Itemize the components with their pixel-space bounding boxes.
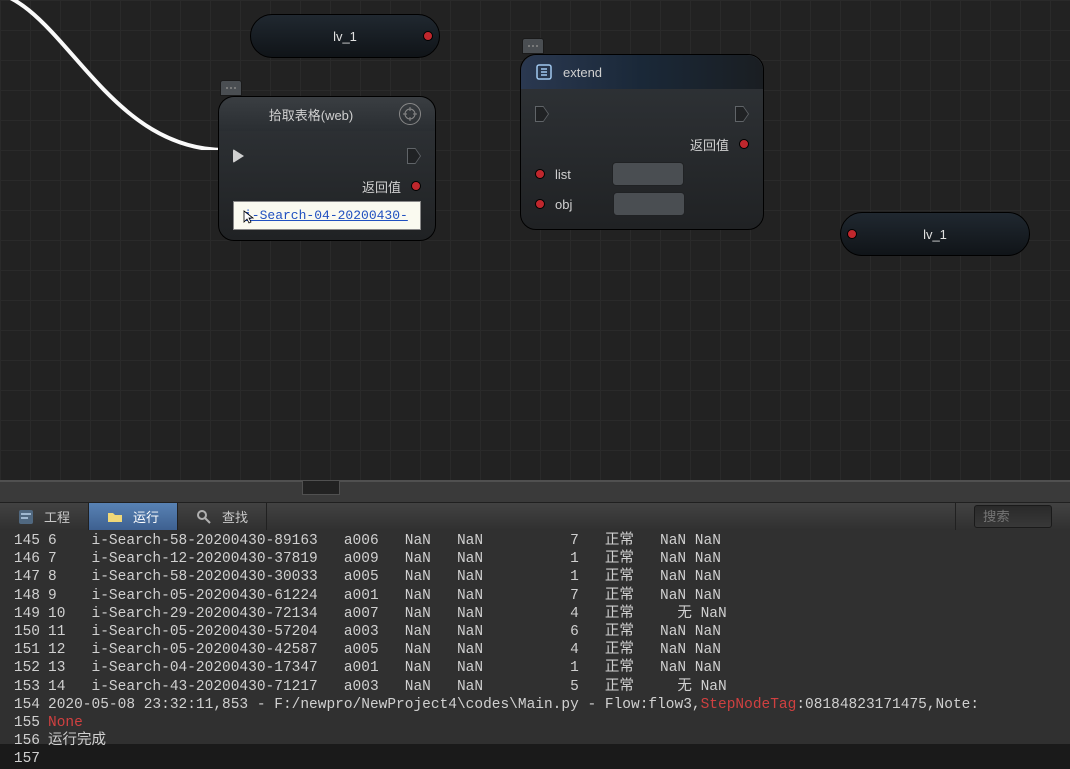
- exec-in-port[interactable]: [535, 106, 549, 122]
- output-port[interactable]: [739, 139, 749, 149]
- project-icon: [18, 509, 34, 525]
- tab-run[interactable]: 运行: [89, 503, 178, 530]
- param-label: obj: [555, 197, 572, 212]
- node-header[interactable]: extend: [521, 55, 763, 89]
- pick-table-node[interactable]: 拾取表格(web) 返回值 i-Search-04-20200430-: [218, 96, 436, 241]
- variable-node-lv1[interactable]: lv_1: [840, 212, 1030, 256]
- extend-node[interactable]: extend 返回值 list obj: [520, 54, 764, 230]
- bottom-panel: 工程 运行 查找 1456 i-Search-58-20200430-89163…: [0, 480, 1070, 744]
- node-title: 拾取表格(web): [233, 105, 389, 124]
- tab-label: 查找: [222, 507, 248, 526]
- node-header[interactable]: 拾取表格(web): [219, 97, 435, 131]
- variable-node-lv1[interactable]: lv_1: [250, 14, 440, 58]
- obj-input[interactable]: [613, 192, 685, 216]
- input-port[interactable]: [847, 229, 857, 239]
- console-output[interactable]: 1456 i-Search-58-20200430-89163 a006 NaN…: [0, 530, 1070, 769]
- return-label: 返回值: [690, 135, 729, 154]
- resize-notch[interactable]: [302, 481, 340, 495]
- tab-search: [955, 503, 1070, 530]
- tab-project[interactable]: 工程: [0, 503, 89, 530]
- search-icon: [196, 509, 212, 525]
- node-label: lv_1: [863, 227, 1007, 242]
- tab-label: 工程: [44, 507, 70, 526]
- param-label: list: [555, 167, 571, 182]
- crosshair-icon: [403, 107, 417, 121]
- extend-icon: [535, 63, 553, 81]
- list-input[interactable]: [612, 162, 684, 186]
- panel-resize-bar[interactable]: [0, 481, 1070, 503]
- drag-handle[interactable]: [522, 38, 544, 54]
- preview-thumbnail[interactable]: i-Search-04-20200430-: [233, 201, 421, 230]
- target-button[interactable]: [399, 103, 421, 125]
- node-title: extend: [563, 65, 602, 80]
- node-canvas[interactable]: lv_1 拾取表格(web) 返回值 i-Search-04-20200430-: [0, 0, 1070, 480]
- search-input[interactable]: [974, 505, 1052, 528]
- drag-handle[interactable]: [220, 80, 242, 96]
- input-port-obj[interactable]: [535, 199, 545, 209]
- node-label: lv_1: [273, 29, 417, 44]
- thumb-text: i-Search-04-20200430-: [244, 208, 408, 223]
- input-port-list[interactable]: [535, 169, 545, 179]
- cursor-icon: [242, 209, 258, 225]
- exec-out-port[interactable]: [407, 148, 421, 164]
- tab-find[interactable]: 查找: [178, 503, 267, 530]
- exec-in-port[interactable]: [233, 149, 244, 163]
- bottom-tabbar: 工程 运行 查找: [0, 503, 1070, 530]
- exec-out-port[interactable]: [735, 106, 749, 122]
- output-port[interactable]: [411, 181, 421, 191]
- tab-label: 运行: [133, 507, 159, 526]
- folder-icon: [107, 509, 123, 525]
- output-port[interactable]: [423, 31, 433, 41]
- return-label: 返回值: [362, 177, 401, 196]
